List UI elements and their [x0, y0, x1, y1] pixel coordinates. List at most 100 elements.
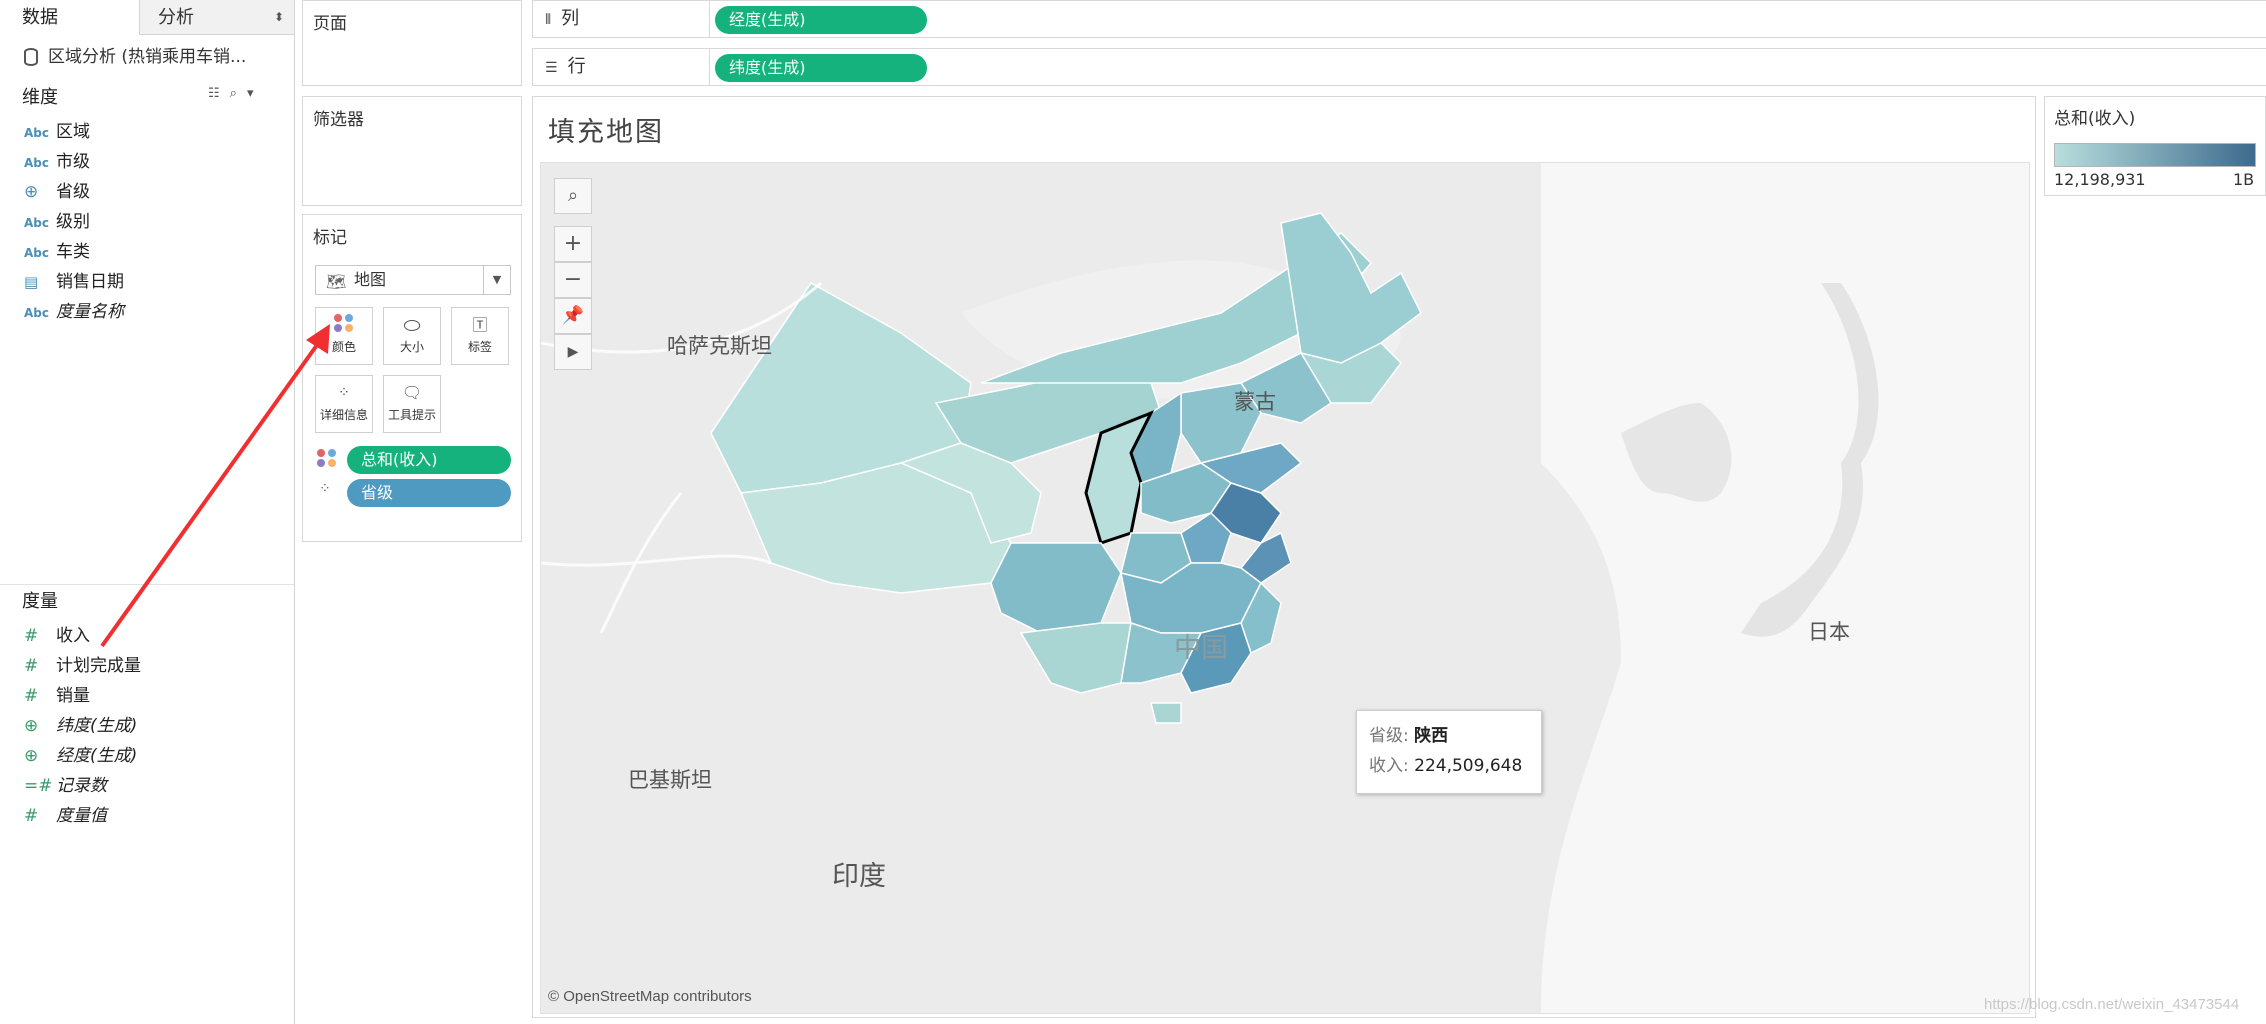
field-label: 经度(生成): [56, 746, 138, 766]
province-hainan: [1150, 702, 1182, 724]
columns-shelf-label: ⦀ 列: [545, 1, 579, 38]
string-type-icon: Abc: [24, 246, 49, 260]
sea-area: [1541, 163, 2029, 1013]
field-sale-date[interactable]: ▤ 销售日期: [24, 268, 124, 296]
legend-max-value: 1B: [2233, 170, 2255, 189]
field-revenue[interactable]: # 收入: [24, 622, 90, 650]
tooltip-button[interactable]: 🗨 工具提示: [383, 375, 441, 433]
map-attribution[interactable]: © OpenStreetMap contributors: [548, 988, 752, 1005]
map-tooltip: 省级: 陕西 收入: 224,509,648: [1356, 710, 1542, 794]
chevron-down-icon[interactable]: ▼: [483, 266, 510, 294]
label-pakistan: 巴基斯坦: [628, 768, 712, 792]
annotation-arrow: [100, 324, 330, 648]
view-list-icon[interactable]: ☷: [208, 86, 230, 101]
field-region[interactable]: Abc 区域: [24, 118, 90, 146]
field-label: 省级: [56, 182, 90, 202]
legend-gradient-bar: [2054, 143, 2256, 167]
field-label: 区域: [56, 122, 90, 142]
field-record-count[interactable]: =# 记录数: [24, 772, 107, 800]
string-type-icon: Abc: [24, 126, 49, 140]
filters-card[interactable]: 筛选器: [302, 96, 522, 206]
field-label: 度量名称: [56, 302, 124, 322]
rows-label-text: 行: [567, 56, 586, 77]
field-label: 车类: [56, 242, 90, 262]
map-canvas[interactable]: [541, 163, 2029, 1013]
map-search-icon[interactable]: ⌕: [554, 178, 592, 214]
pin-icon[interactable]: 📌: [554, 298, 592, 334]
province-detail-pill[interactable]: 省级: [347, 479, 511, 507]
number-type-icon: #: [24, 806, 39, 826]
field-province[interactable]: ⊕ 省级: [24, 178, 90, 206]
tab-data[interactable]: 数据: [0, 0, 140, 35]
tooltip-value: 224,509,648: [1414, 756, 1523, 776]
sheet-title: 填充地图: [548, 117, 664, 148]
marks-card-title: 标记: [313, 228, 347, 248]
field-label: 销售日期: [56, 272, 124, 292]
dimensions-heading: 维度: [22, 87, 58, 108]
globe-icon: ⊕: [24, 746, 39, 766]
label-japan: 日本: [1808, 620, 1850, 644]
menu-dropdown-icon[interactable]: ▾: [247, 86, 264, 101]
filled-map[interactable]: [540, 162, 2030, 1014]
string-type-icon: Abc: [24, 156, 49, 170]
watermark-text: https://blog.csdn.net/weixin_43473544: [1984, 996, 2240, 1013]
zoom-in-button[interactable]: +: [554, 226, 592, 262]
tooltip-row-revenue: 收入: 224,509,648: [1369, 751, 1529, 781]
revenue-color-pill[interactable]: 总和(收入): [347, 446, 511, 474]
size-button-label: 大小: [399, 340, 424, 354]
dimension-tools: ☷⌕▾: [208, 86, 263, 101]
columns-label-text: 列: [561, 8, 580, 29]
map-toolbar: ⌕ + − 📌 ▶: [554, 178, 592, 370]
expand-arrow-icon[interactable]: ▶: [554, 334, 592, 370]
tab-analysis[interactable]: 分析 ⬍: [140, 0, 294, 35]
annotation-arrow-head: [306, 324, 330, 354]
field-sales-volume[interactable]: # 销量: [24, 682, 90, 710]
tab-caret-icon[interactable]: ⬍: [274, 0, 284, 35]
globe-icon: ⊕: [24, 716, 39, 736]
rows-icon: ☰: [545, 60, 558, 76]
tab-analysis-label: 分析: [158, 7, 194, 28]
datasource-label: 区域分析 (热销乘用车销...: [48, 47, 247, 67]
field-longitude[interactable]: ⊕ 经度(生成): [24, 742, 137, 770]
columns-shelf[interactable]: ⦀ 列 经度(生成): [532, 0, 2266, 38]
mark-type-dropdown[interactable]: 🗺 地图 ▼: [315, 265, 511, 295]
zoom-out-button[interactable]: −: [554, 262, 592, 298]
pane-tabs: 数据 分析 ⬍: [0, 0, 294, 36]
size-button[interactable]: ⬭ 大小: [383, 307, 441, 365]
longitude-pill[interactable]: 经度(生成): [715, 6, 927, 34]
search-icon[interactable]: ⌕: [230, 86, 247, 101]
calendar-icon: ▤: [24, 273, 39, 291]
rows-shelf[interactable]: ☰ 行 纬度(生成): [532, 48, 2266, 86]
text-icon: 🅃: [472, 316, 488, 334]
tooltip-value: 陕西: [1414, 726, 1449, 746]
field-level[interactable]: Abc 级别: [24, 208, 90, 236]
datasource-item[interactable]: 区域分析 (热销乘用车销...: [24, 42, 246, 72]
string-type-icon: Abc: [24, 306, 49, 320]
pages-card[interactable]: 页面: [302, 0, 522, 86]
field-city[interactable]: Abc 市级: [24, 148, 90, 176]
field-label: 度量值: [56, 806, 107, 826]
legend-min-value: 12,198,931: [2054, 170, 2146, 189]
shelf-divider: [709, 49, 710, 85]
tooltip-key: 省级:: [1369, 726, 1409, 746]
number-type-icon: #: [24, 656, 39, 676]
field-label: 级别: [56, 212, 90, 232]
field-latitude[interactable]: ⊕ 纬度(生成): [24, 712, 137, 740]
database-icon: [24, 48, 38, 66]
label-button[interactable]: 🅃 标签: [451, 307, 509, 365]
measures-heading: 度量: [22, 591, 58, 612]
tooltip-row-province: 省级: 陕西: [1369, 721, 1529, 751]
latitude-pill[interactable]: 纬度(生成): [715, 54, 927, 82]
label-china: 中国: [1174, 633, 1228, 664]
columns-icon: ⦀: [545, 12, 552, 28]
field-car-type[interactable]: Abc 车类: [24, 238, 90, 266]
globe-icon: ⊕: [24, 182, 39, 202]
filters-card-title: 筛选器: [313, 110, 364, 130]
number-type-icon: #: [24, 626, 39, 646]
rows-shelf-label: ☰ 行: [545, 49, 586, 86]
tooltip-button-label: 工具提示: [387, 408, 436, 422]
label-mongolia: 蒙古: [1234, 390, 1276, 414]
tooltip-key: 收入:: [1369, 756, 1409, 776]
field-measure-values[interactable]: # 度量值: [24, 802, 107, 830]
label-india: 印度: [832, 861, 886, 892]
